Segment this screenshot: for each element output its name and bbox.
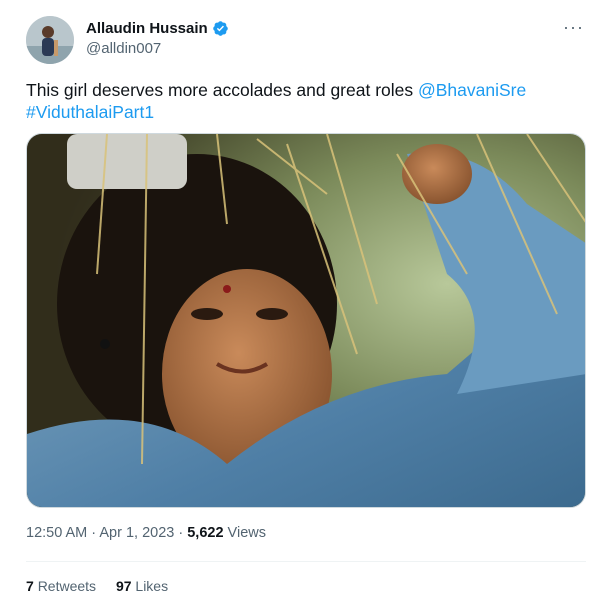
tweet-card: Allaudin Hussain @alldin007 ··· This gir…	[0, 0, 600, 594]
views-label: Views	[223, 525, 266, 541]
hashtag-link[interactable]: #ViduthalaiPart1	[26, 102, 154, 122]
user-handle[interactable]: @alldin007	[86, 40, 161, 57]
likes-label: Likes	[135, 578, 169, 594]
likes-count: 97	[115, 578, 132, 594]
retweets-stat[interactable]: 7 Retweets	[26, 578, 96, 594]
avatar[interactable]	[26, 16, 74, 64]
verified-badge-icon	[212, 21, 228, 36]
avatar-image	[26, 16, 74, 64]
tweet-date[interactable]: Apr 1, 2023	[99, 525, 174, 541]
photo-image	[27, 134, 585, 507]
tweet-photo[interactable]	[26, 133, 586, 508]
tweet-time[interactable]: 12:50 AM	[26, 525, 87, 541]
divider	[26, 561, 586, 562]
more-options-icon[interactable]: ···	[563, 18, 584, 36]
retweets-count: 7	[26, 578, 34, 594]
meta-separator: ·	[87, 525, 100, 541]
retweets-label: Retweets	[37, 578, 97, 594]
tweet-text: This girl deserves more accolades and gr…	[26, 79, 576, 123]
mention-link[interactable]: @BhavaniSre	[418, 80, 526, 100]
tweet-body: This girl deserves more accolades and gr…	[26, 80, 418, 100]
display-name[interactable]: Allaudin Hussain	[86, 20, 208, 37]
likes-stat[interactable]: 97 Likes	[116, 578, 168, 594]
engagement-stats: 7 Retweets 97 Likes	[26, 578, 184, 594]
user-name-row[interactable]: Allaudin Hussain	[86, 20, 229, 37]
tweet-meta: 12:50 AM · Apr 1, 2023 · 5,622 Views	[26, 525, 266, 541]
meta-separator: ·	[174, 525, 188, 541]
views-count: 5,622	[187, 525, 224, 541]
